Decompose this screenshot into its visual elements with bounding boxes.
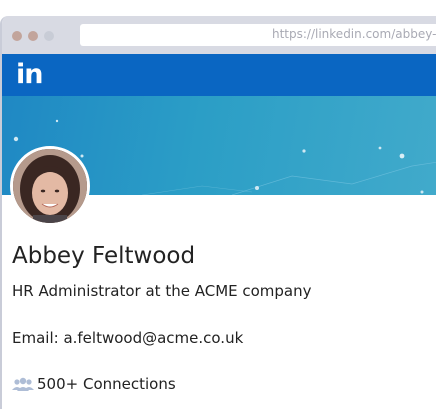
minimize-window-button[interactable] — [28, 31, 38, 41]
url-text: https://linkedin.com/abbey- — [272, 27, 436, 41]
linkedin-header: in — [2, 54, 436, 96]
close-window-button[interactable] — [12, 31, 22, 41]
linkedin-logo[interactable]: in — [16, 59, 44, 90]
browser-window: https://linkedin.com/abbey- in Abbey Fel… — [0, 16, 436, 409]
maximize-window-button[interactable] — [44, 31, 54, 41]
connections-count: 500+ Connections — [37, 375, 176, 393]
profile-email[interactable]: Email: a.feltwood@acme.co.uk — [12, 329, 243, 347]
people-icon — [12, 377, 34, 391]
connections-row[interactable]: 500+ Connections — [12, 374, 176, 394]
browser-chrome: https://linkedin.com/abbey- — [2, 16, 436, 54]
profile-name: Abbey Feltwood — [12, 243, 196, 269]
profile-avatar[interactable] — [10, 146, 90, 226]
avatar-portrait — [13, 149, 87, 223]
address-bar[interactable]: https://linkedin.com/abbey- — [80, 24, 436, 46]
profile-headline: HR Administrator at the ACME company — [12, 282, 312, 300]
